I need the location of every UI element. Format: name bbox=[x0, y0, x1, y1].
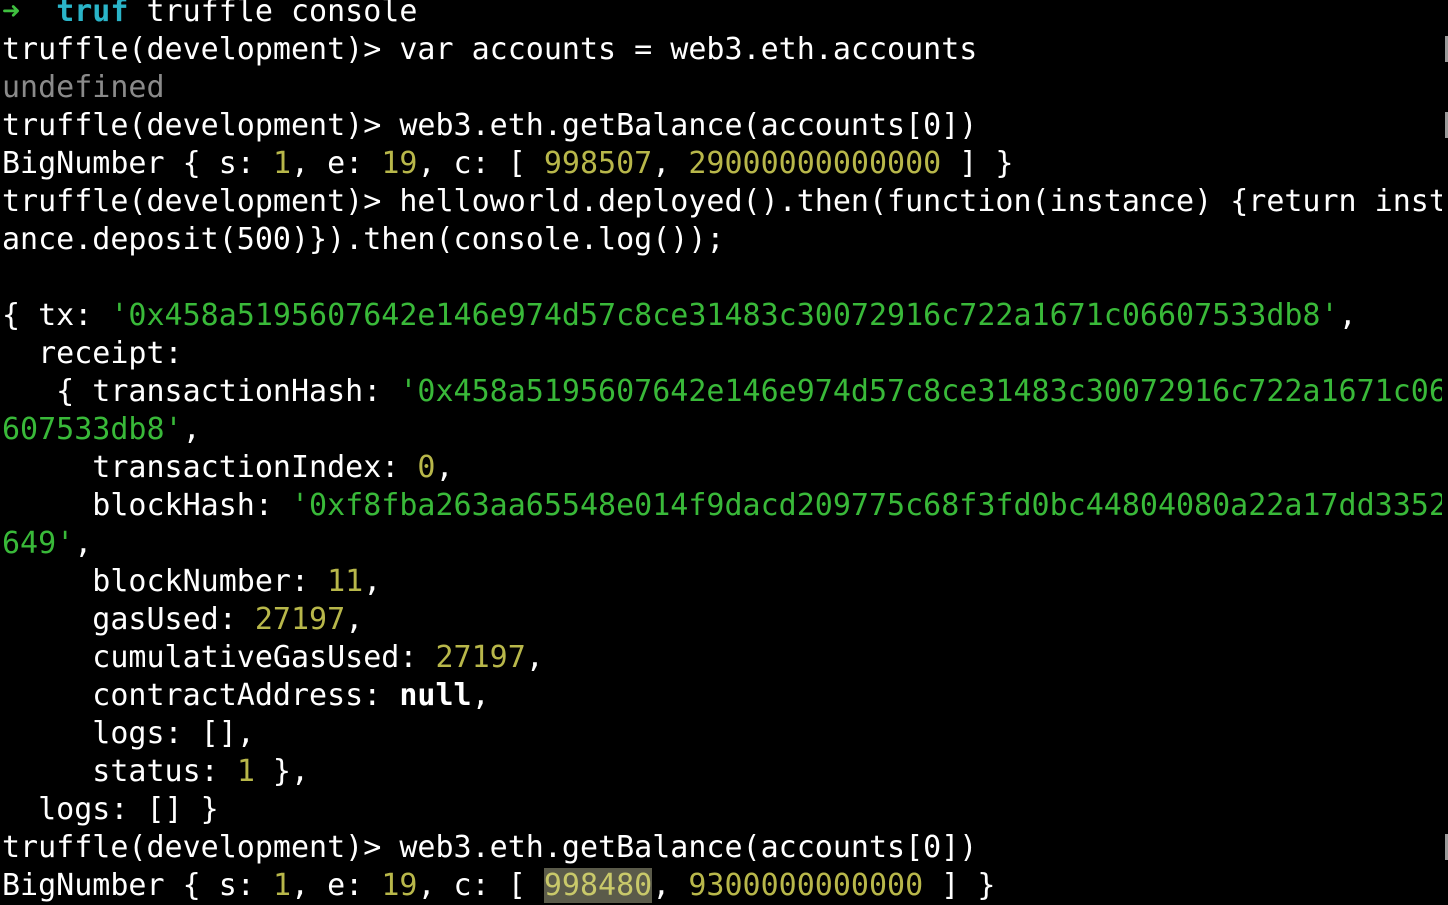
console-output-line: undefined bbox=[2, 69, 1442, 107]
console-prompt: truffle(development)> bbox=[2, 108, 400, 143]
bignumber-sep: , bbox=[652, 146, 689, 181]
transaction-hash-value: '0x458a5195607642e146e974d57c8ce31483c30… bbox=[399, 374, 1442, 409]
block-hash-value: '0xf8fba263aa65548e014f9dacd209775c68f3f… bbox=[290, 488, 1442, 523]
bignumber-c0: 998507 bbox=[543, 146, 653, 181]
console-command: var accounts = web3.eth.accounts bbox=[399, 32, 978, 67]
bignumber-output: BigNumber { s: 1, e: 19, c: [ 998480, 93… bbox=[2, 867, 1442, 905]
block-number-label: blockNumber: bbox=[2, 564, 328, 599]
tx-label: { tx: bbox=[2, 298, 111, 333]
transaction-hash-label: { transactionHash: bbox=[2, 374, 400, 409]
cumulative-gas-label: cumulativeGasUsed: bbox=[2, 640, 436, 675]
comma: , bbox=[363, 564, 382, 599]
console-input-line: truffle(development)> web3.eth.getBalanc… bbox=[2, 829, 1442, 867]
tx-hash-value: '0x458a5195607642e146e974d57c8ce31483c30… bbox=[110, 298, 1339, 333]
bignumber-e-label: , e: bbox=[291, 868, 382, 903]
bignumber-e-label: , e: bbox=[291, 146, 382, 181]
transaction-hash-line: { transactionHash: '0x458a5195607642e146… bbox=[2, 373, 1442, 411]
block-hash-value-end: 649' bbox=[2, 526, 75, 561]
transaction-index-line: transactionIndex: 0, bbox=[2, 449, 1442, 487]
prompt-arrow-icon: ➜ bbox=[2, 0, 21, 29]
console-input-line: truffle(development)> var accounts = web… bbox=[2, 31, 1442, 69]
transaction-hash-continuation: 607533db8', bbox=[2, 411, 1442, 449]
comma: , bbox=[525, 640, 544, 675]
shell-command-line: ➜ truf truffle console bbox=[2, 0, 1442, 31]
receipt-label-line: receipt: bbox=[2, 335, 1442, 373]
console-prompt: truffle(development)> bbox=[2, 32, 400, 67]
block-number-line: blockNumber: 11, bbox=[2, 563, 1442, 601]
console-input-continuation: ance.deposit(500)}).then(console.log()); bbox=[2, 221, 1442, 259]
transaction-index-value: 0 bbox=[417, 450, 436, 485]
receipt-logs: logs: [], bbox=[2, 716, 255, 751]
comma: , bbox=[1338, 298, 1357, 333]
cumulative-gas-line: cumulativeGasUsed: 27197, bbox=[2, 639, 1442, 677]
contract-address-label: contractAddress: bbox=[2, 678, 400, 713]
block-hash-continuation: 649', bbox=[2, 525, 1442, 563]
status-label: status: bbox=[2, 754, 237, 789]
comma: , bbox=[471, 678, 490, 713]
bignumber-c1: 29000000000000 bbox=[688, 146, 942, 181]
block-number-value: 11 bbox=[327, 564, 364, 599]
gas-used-value: 27197 bbox=[254, 602, 346, 637]
receipt-label: receipt: bbox=[2, 336, 183, 371]
console-command: helloworld.deployed().then(function(inst… bbox=[399, 184, 1442, 219]
bignumber-c1: 9300000000000 bbox=[688, 868, 924, 903]
status-end: }, bbox=[254, 754, 310, 789]
receipt-logs-line: logs: [], bbox=[2, 715, 1442, 753]
current-directory: truf bbox=[56, 0, 129, 29]
bignumber-prefix: BigNumber { s: bbox=[2, 146, 273, 181]
gas-used-line: gasUsed: 27197, bbox=[2, 601, 1442, 639]
tx-line: { tx: '0x458a5195607642e146e974d57c8ce31… bbox=[2, 297, 1442, 335]
bignumber-output: BigNumber { s: 1, e: 19, c: [ 998507, 29… bbox=[2, 145, 1442, 183]
bignumber-prefix: BigNumber { s: bbox=[2, 868, 273, 903]
contract-address-value: null bbox=[399, 678, 472, 713]
outer-logs-line: logs: [] } bbox=[2, 791, 1442, 829]
bignumber-c0-selected[interactable]: 998480 bbox=[543, 868, 653, 903]
transaction-hash-value-end: 607533db8' bbox=[2, 412, 183, 447]
shell-command: truffle console bbox=[146, 0, 418, 29]
bignumber-c-label: , c: [ bbox=[417, 146, 544, 181]
bignumber-s: 1 bbox=[272, 146, 291, 181]
comma: , bbox=[182, 412, 201, 447]
terminal-output[interactable]: ➜ truf truffle console truffle(developme… bbox=[2, 0, 1442, 905]
gas-used-label: gasUsed: bbox=[2, 602, 255, 637]
bignumber-suffix: ] } bbox=[941, 146, 1014, 181]
console-command: ance.deposit(500)}).then(console.log()); bbox=[2, 222, 725, 257]
bignumber-sep: , bbox=[652, 868, 689, 903]
cumulative-gas-value: 27197 bbox=[435, 640, 526, 675]
status-value: 1 bbox=[236, 754, 255, 789]
bignumber-suffix: ] } bbox=[923, 868, 996, 903]
console-command: web3.eth.getBalance(accounts[0]) bbox=[399, 108, 978, 143]
bignumber-e: 19 bbox=[381, 146, 418, 181]
comma: , bbox=[435, 450, 454, 485]
comma: , bbox=[74, 526, 93, 561]
block-hash-line: blockHash: '0xf8fba263aa65548e014f9dacd2… bbox=[2, 487, 1442, 525]
console-input-line: truffle(development)> helloworld.deploye… bbox=[2, 183, 1442, 221]
status-line: status: 1 }, bbox=[2, 753, 1442, 791]
bignumber-c-label: , c: [ bbox=[417, 868, 544, 903]
comma: , bbox=[345, 602, 364, 637]
console-input-line: truffle(development)> web3.eth.getBalanc… bbox=[2, 107, 1442, 145]
console-command: web3.eth.getBalance(accounts[0]) bbox=[399, 830, 978, 865]
transaction-index-label: transactionIndex: bbox=[2, 450, 418, 485]
console-prompt: truffle(development)> bbox=[2, 184, 400, 219]
scrollbar-track[interactable] bbox=[1444, 0, 1448, 904]
console-prompt: truffle(development)> bbox=[2, 830, 400, 865]
contract-address-line: contractAddress: null, bbox=[2, 677, 1442, 715]
undefined-output: undefined bbox=[2, 70, 165, 105]
block-hash-label: blockHash: bbox=[2, 488, 291, 523]
outer-logs: logs: [] } bbox=[2, 792, 219, 827]
bignumber-s: 1 bbox=[272, 868, 291, 903]
bignumber-e: 19 bbox=[381, 868, 418, 903]
